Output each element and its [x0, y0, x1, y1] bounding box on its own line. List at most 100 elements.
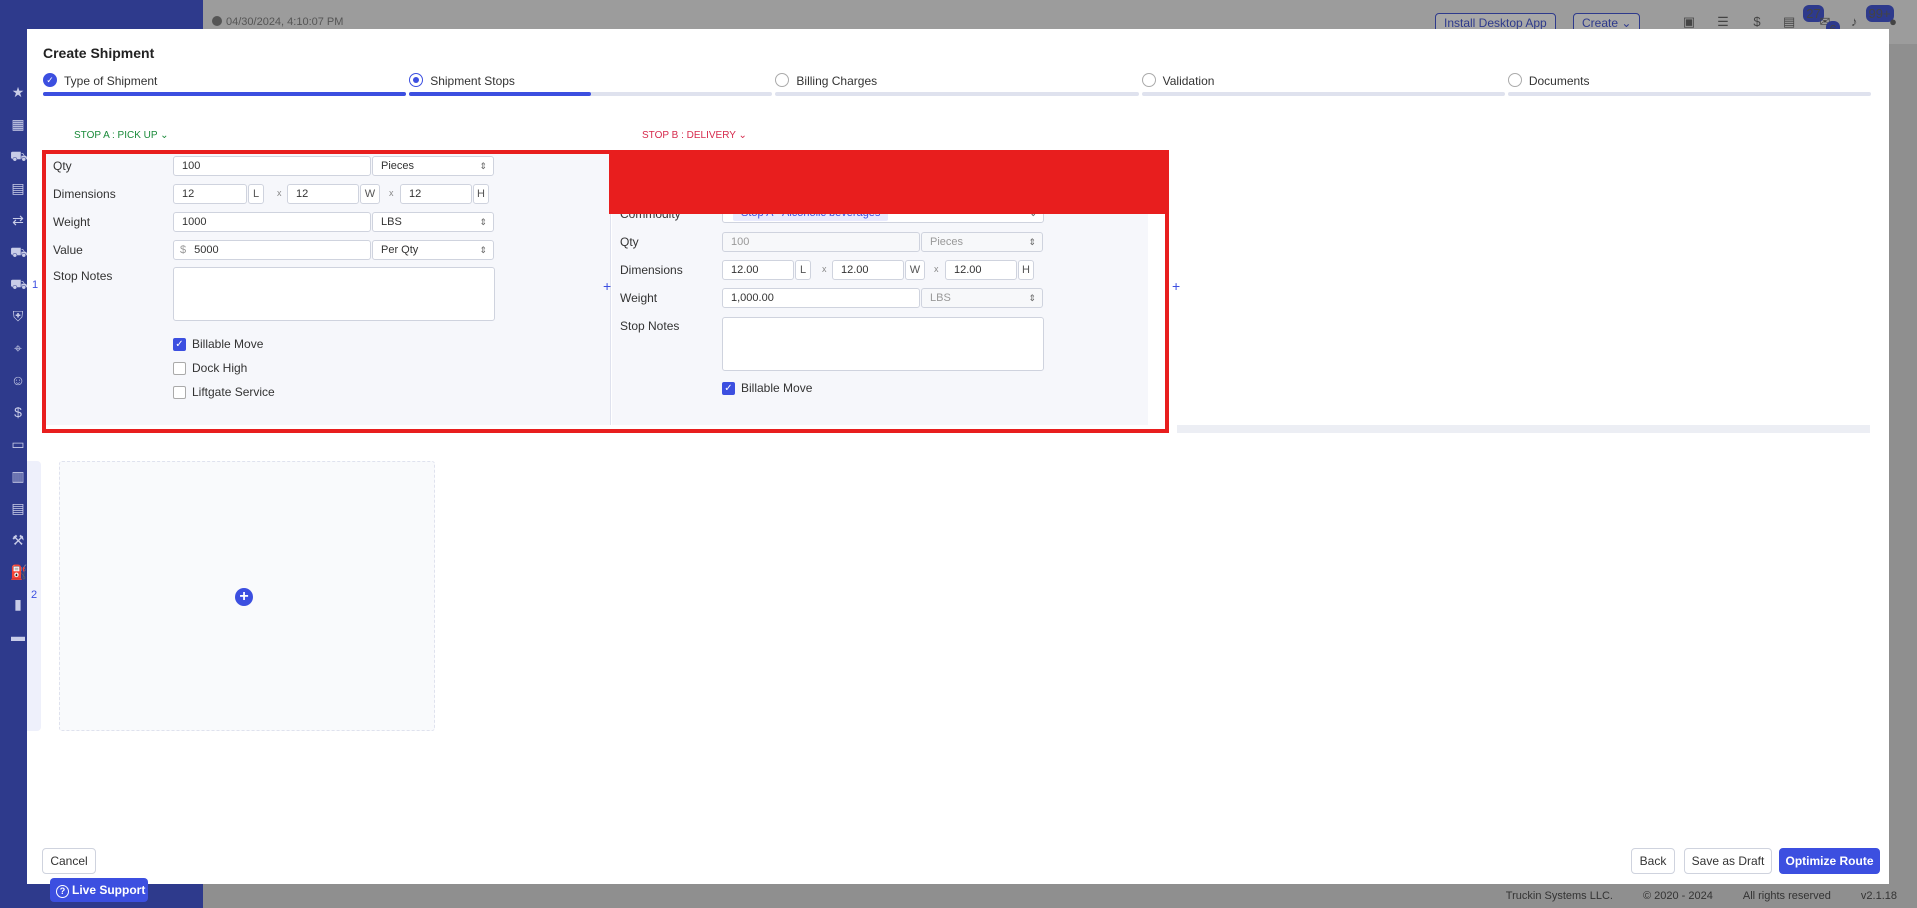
step-progress-bar: [409, 92, 773, 96]
route-icon[interactable]: ⇄: [10, 212, 26, 228]
avatar[interactable]: ●: [1885, 14, 1901, 30]
weight-label: Weight: [620, 291, 658, 305]
dock-high-checkbox[interactable]: Dock High: [173, 361, 247, 375]
dimensions-label: Dimensions: [53, 187, 116, 201]
stop-notes-textarea[interactable]: [173, 267, 495, 321]
truck-icon[interactable]: ⛟: [10, 244, 28, 260]
card-icon[interactable]: ▭: [10, 436, 26, 452]
stop-notes-label: Stop Notes: [53, 269, 113, 283]
checkbox-checked-icon: ✓: [722, 381, 735, 395]
value-unit-select[interactable]: Per Qty: [372, 240, 494, 260]
topbar-datetime: 04/30/2024, 4:10:07 PM: [212, 16, 343, 28]
weight-input[interactable]: 1000: [173, 212, 371, 232]
dashboard-icon[interactable]: ▦: [10, 116, 26, 132]
fuel-icon[interactable]: ⛽: [10, 564, 27, 580]
billable-move-checkbox[interactable]: ✓ Billable Move: [722, 381, 812, 395]
height-unit: H: [473, 184, 489, 204]
app-footer: Truckin Systems LLC. © 2020 - 2024 All r…: [203, 884, 1917, 908]
question-icon: ?: [56, 885, 69, 898]
chat-icon[interactable]: ✉6: [1817, 14, 1840, 38]
height-input[interactable]: 12.00: [945, 260, 1017, 280]
qty-unit-select[interactable]: Pieces: [372, 156, 494, 176]
location-icon[interactable]: ⌖: [10, 340, 26, 356]
shield-icon[interactable]: ⛨: [10, 308, 26, 324]
add-stop-plus-icon[interactable]: +: [235, 588, 253, 606]
optimize-route-button[interactable]: Optimize Route: [1779, 848, 1880, 874]
width-unit: W: [905, 260, 925, 280]
document-icon[interactable]: ▤: [10, 180, 26, 196]
width-input[interactable]: 12.00: [832, 260, 904, 280]
step-type-of-shipment[interactable]: ✓ Type of Shipment: [43, 72, 407, 96]
weight-unit-select[interactable]: LBS: [921, 288, 1043, 308]
step-documents[interactable]: Documents: [1507, 72, 1872, 96]
stop-notes-label: Stop Notes: [620, 319, 680, 333]
save-as-draft-button[interactable]: Save as Draft: [1684, 848, 1772, 874]
report-icon[interactable]: ▤: [10, 500, 26, 516]
checkbox-checked-icon: ✓: [173, 337, 186, 351]
tasks-icon[interactable]: ▤27: [1783, 5, 1824, 30]
radio-icon: [775, 73, 790, 87]
stop-b-header[interactable]: STOP B : DELIVERY ⌄: [642, 130, 747, 141]
stop-notes-textarea[interactable]: [722, 317, 1044, 371]
billable-move-checkbox[interactable]: ✓ Billable Move: [173, 337, 263, 351]
footer-company: Truckin Systems LLC.: [1505, 890, 1613, 902]
live-support-button[interactable]: ? Live Support: [50, 878, 148, 902]
step-label: Validation: [1162, 74, 1215, 88]
weight-unit-select[interactable]: LBS: [372, 212, 494, 232]
dollar-icon[interactable]: $: [10, 404, 26, 420]
clock-icon: [212, 16, 222, 26]
add-stop-after-icon[interactable]: +: [1172, 279, 1180, 293]
step-billing-charges[interactable]: Billing Charges: [775, 72, 1139, 96]
length-input[interactable]: 12: [173, 184, 247, 204]
radio-active-icon: [409, 73, 424, 87]
cash-icon[interactable]: ▬: [10, 628, 26, 644]
chart-icon[interactable]: ▮: [10, 596, 26, 612]
chevron-down-icon: ⌄: [160, 130, 169, 141]
step-progress-fill: [409, 92, 591, 96]
height-input[interactable]: 12: [400, 184, 472, 204]
add-stop-between-icon[interactable]: +: [603, 279, 611, 293]
footer-version: v2.1.18: [1860, 890, 1897, 902]
radio-icon: [1141, 73, 1156, 87]
stop-a-panel: Qty 100 Pieces Dimensions 12 L x 12 W x …: [45, 153, 611, 425]
length-input[interactable]: 12.00: [722, 260, 794, 280]
checkbox-icon: [173, 385, 186, 399]
row-number: 1: [32, 279, 39, 291]
footer-copyright: © 2020 - 2024: [1642, 890, 1713, 902]
stop-a-header[interactable]: STOP A : PICK UP ⌄: [74, 130, 169, 141]
cancel-button[interactable]: Cancel: [42, 848, 96, 874]
dimensions-label: Dimensions: [620, 263, 683, 277]
dollar-icon[interactable]: $: [1749, 14, 1765, 30]
star-icon[interactable]: ★: [10, 84, 26, 100]
liftgate-service-checkbox[interactable]: Liftgate Service: [173, 385, 275, 399]
qty-input[interactable]: 100: [722, 232, 920, 252]
footer-rights: All rights reserved: [1742, 890, 1831, 902]
step-validation[interactable]: Validation: [1141, 72, 1505, 96]
width-input[interactable]: 12: [287, 184, 359, 204]
value-label: Value: [53, 243, 83, 257]
delivery-icon[interactable]: ⛟: [10, 276, 28, 292]
qty-input[interactable]: 100: [173, 156, 371, 176]
weight-label: Weight: [53, 215, 91, 229]
list-icon[interactable]: ☰: [1715, 14, 1731, 30]
checkbox-icon: [173, 361, 186, 375]
wrench-icon[interactable]: ⚒: [10, 532, 26, 548]
box-icon[interactable]: ▣: [1681, 14, 1697, 30]
step-progress-bar: [1141, 92, 1505, 96]
bell-icon[interactable]: ♪99+: [1851, 5, 1894, 30]
back-button[interactable]: Back: [1631, 848, 1675, 874]
weight-input[interactable]: 1,000.00: [722, 288, 920, 308]
value-input[interactable]: $5000: [173, 240, 371, 260]
row-strip: [27, 149, 41, 439]
horizontal-scrollbar[interactable]: [1177, 425, 1870, 433]
topbar-icons: ▣ ☰ $ ▤27 ✉6 ♪99+ ●: [1681, 5, 1901, 38]
truck-icon[interactable]: ⛟: [10, 148, 28, 164]
step-progress-fill: [43, 92, 407, 96]
book-icon[interactable]: ▥: [10, 468, 26, 484]
radio-icon: [1507, 73, 1522, 87]
times-sign: x: [822, 264, 827, 274]
step-shipment-stops[interactable]: Shipment Stops: [409, 72, 773, 96]
qty-unit-select[interactable]: Pieces: [921, 232, 1043, 252]
step-label: Billing Charges: [796, 74, 878, 88]
users-icon[interactable]: ☺: [10, 372, 26, 388]
